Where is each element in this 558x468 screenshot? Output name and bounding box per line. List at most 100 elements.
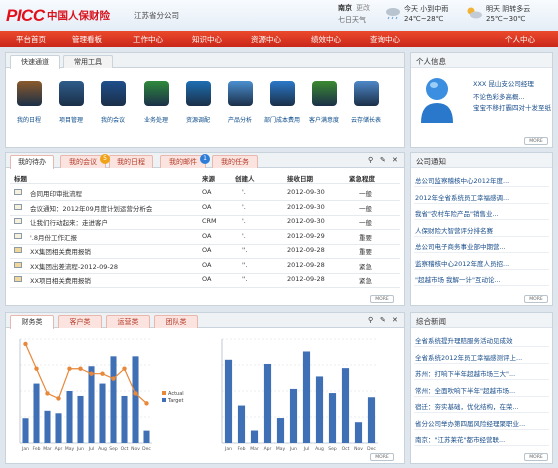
nav-resource[interactable]: 资源中心 (251, 34, 281, 45)
week-weather-link[interactable]: 七日天气 (338, 15, 366, 25)
cell-source: OA (202, 202, 212, 211)
cell-title[interactable]: XX项目相关费用报销 (30, 275, 91, 285)
quick-item-label[interactable]: 产品分析 (218, 115, 262, 124)
list-item[interactable]: "超越市场 我解一计"互动论... (415, 274, 549, 284)
table-row[interactable]: XX项目相关费用报销 OA ''. 2012-09-28 紧急 (10, 274, 400, 287)
nav-performance[interactable]: 绩效中心 (311, 34, 341, 45)
list-item[interactable]: 全省系统2012年员工幸福感测评上... (415, 352, 549, 362)
cloud-icon[interactable] (354, 81, 379, 106)
bar (110, 356, 117, 443)
cell-source: OA (202, 231, 212, 240)
folder-icon (14, 261, 22, 268)
tab-my-tasks[interactable]: 我的任务 (212, 155, 258, 168)
tab-my-todo[interactable]: 我的待办 (10, 155, 54, 169)
tab-team[interactable]: 团队类 (154, 315, 198, 328)
list-item[interactable]: 南京："江苏莱花"都市经营联... (415, 434, 549, 444)
list-item[interactable]: 2012年全省系统员工幸福感调... (415, 192, 549, 202)
list-item[interactable]: 总公司电子商务事业部中期营... (415, 241, 549, 251)
tab-my-meetings[interactable]: 我的会议 (60, 155, 106, 168)
list-item[interactable]: 全省系统提升理赔服务活动见成效 (415, 335, 549, 345)
quick-item-label[interactable]: 客户满意度 (302, 115, 346, 124)
folder-icon[interactable] (59, 81, 84, 106)
tab-operation[interactable]: 运营类 (106, 315, 150, 328)
nav-work[interactable]: 工作中心 (133, 34, 163, 45)
list-item[interactable]: 人保财险大智营评分排名赛 (415, 225, 549, 235)
col-title: 标题 (14, 175, 27, 183)
change-city-link[interactable]: 更改 (356, 3, 370, 13)
bar (99, 383, 106, 443)
quick-item-label[interactable]: 部门成本费用 (260, 115, 304, 124)
x-tick-label: Feb (238, 446, 246, 452)
tab-my-mail[interactable]: 我的邮件 (160, 155, 206, 168)
chart-close-icon[interactable]: ✕ (392, 316, 398, 324)
tab-my-schedule[interactable]: 我的日程 (109, 155, 153, 168)
col-source: 来源 (202, 175, 215, 183)
charts-more-button[interactable]: MORE (370, 453, 394, 461)
cell-title[interactable]: XX集团出差流程-2012-09-28 (30, 261, 118, 271)
close-icon[interactable]: ✕ (392, 156, 398, 164)
cell-title[interactable]: XX集团相关费用报销 (30, 246, 91, 256)
nav-dashboard[interactable]: 管理看板 (72, 34, 102, 45)
settings-icon[interactable]: ✎ (380, 156, 386, 164)
table-row[interactable]: XX集团相关费用报销 OA ''. 2012-09-28 重要 (10, 245, 400, 258)
bar (237, 405, 246, 443)
data-point (144, 401, 149, 406)
cell-title[interactable]: 会议通知：2012年09月度计划运营分析会 (30, 203, 152, 213)
briefcase-icon[interactable] (17, 81, 42, 106)
bar (33, 383, 40, 443)
list-item[interactable]: 苏州：打响下半年超越市场三大"... (415, 368, 549, 378)
nav-personal[interactable]: 个人中心 (505, 34, 535, 45)
chart-refresh-icon[interactable]: ⚲ (368, 316, 373, 324)
table-row[interactable]: '.8月份工作汇报 OA '. 2012-09-29 重要 (10, 231, 400, 244)
quick-item-label[interactable]: 我的会议 (91, 115, 135, 124)
finance-chart-monthly: Jan Feb Mar Apr May Jun Jul Aug Sep Oct Nov Dec (221, 338, 378, 452)
chart-icon[interactable] (228, 81, 253, 106)
tasks-more-button[interactable]: MORE (370, 295, 394, 303)
tab-common-tools[interactable]: 常用工具 (63, 55, 113, 68)
magnifier-icon[interactable] (186, 81, 211, 106)
list-item[interactable]: 总公司监察稽核中心2012年度... (415, 175, 549, 185)
data-point (100, 371, 105, 376)
list-item[interactable]: 宿迁：夯实基础，优化结构，在荣... (415, 401, 549, 411)
list-item[interactable]: 省分公司举办第四届风险经理聚职业... (415, 418, 549, 428)
nav-home[interactable]: 平台首页 (16, 34, 46, 45)
yen-icon[interactable] (270, 81, 295, 106)
running-icon[interactable] (144, 81, 169, 106)
notice-more-button[interactable]: MORE (524, 295, 548, 303)
table-row[interactable]: 会议通知：2012年09月度计划运营分析会 OA '. 2012-09-30 一般 (10, 202, 400, 215)
list-item[interactable]: 我省"农村车险产品"销售业... (415, 208, 549, 218)
header-divider (10, 183, 400, 184)
table-row[interactable]: 合同用印审批流程 OA '. 2012-09-30 一般 (10, 187, 400, 200)
list-item[interactable]: 监察稽核中心2012年度人员招... (415, 258, 549, 268)
quick-item-label[interactable]: 业务处理 (134, 115, 178, 124)
meeting-icon[interactable] (101, 81, 126, 106)
news-more-button[interactable]: MORE (524, 453, 548, 461)
nav-knowledge[interactable]: 知识中心 (192, 34, 222, 45)
refresh-icon[interactable]: ⚲ (368, 156, 373, 164)
table-row[interactable]: 让我们行动起来：走进客户 CRM '. 2012-09-30 一般 (10, 216, 400, 229)
profile-more-button[interactable]: MORE (524, 137, 548, 145)
branch-name: 江苏省分公司 (134, 11, 179, 20)
chart-settings-icon[interactable]: ✎ (380, 316, 386, 324)
tab-finance[interactable]: 财务类 (10, 315, 54, 329)
tab-customer[interactable]: 客户类 (58, 315, 102, 328)
tab-quick-channel[interactable]: 快速通道 (10, 55, 60, 69)
table-row[interactable]: XX集团出差流程-2012-09-28 OA ''. 2012-09-28 紧急 (10, 260, 400, 273)
x-tick-label: Feb (33, 446, 41, 452)
profile-line-3: 宝宝不移打霸四对十发至纸 (473, 104, 551, 112)
cell-title[interactable]: 合同用印审批流程 (30, 188, 82, 198)
nav-query[interactable]: 查询中心 (370, 34, 400, 45)
main-nav: 平台首页 管理看板 工作中心 知识中心 资源中心 绩效中心 查询中心 个人中心 (0, 31, 558, 47)
quick-item-label[interactable]: 项目管理 (49, 115, 93, 124)
quick-item-label[interactable]: 云存储长表 (344, 115, 388, 124)
x-tick-label: Jul (303, 446, 309, 452)
quick-item-label[interactable]: 资源调配 (176, 115, 220, 124)
quick-item-label[interactable]: 我的日程 (7, 115, 51, 124)
picc-logo[interactable]: PICC (6, 6, 45, 26)
cell-title[interactable]: 让我们行动起来：走进客户 (30, 217, 108, 227)
cell-title[interactable]: '.8月份工作汇报 (30, 232, 77, 242)
header: PICC 中国人保财险 江苏省分公司 南京 更改 七日天气 今天 小到中雨 24… (0, 0, 558, 31)
list-item[interactable]: 常州：全面吹响下半年"超越市场... (415, 385, 549, 395)
list-divider (414, 445, 549, 446)
phone-icon[interactable] (312, 81, 337, 106)
